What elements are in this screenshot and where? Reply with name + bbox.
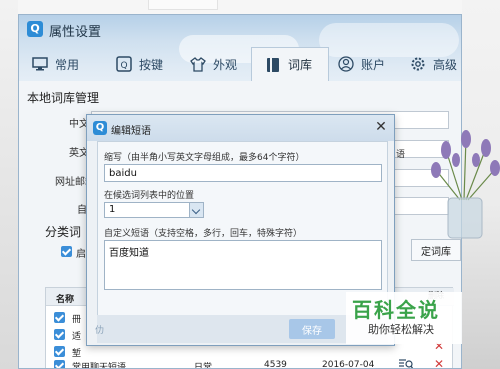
row-checkbox[interactable]	[54, 329, 65, 340]
position-value: 1	[109, 204, 116, 215]
section-heading: 本地词库管理	[27, 91, 100, 105]
row-name: 冊	[72, 315, 82, 325]
row-name: 常用聊天短语	[72, 363, 127, 369]
row-date: 2016-07-04	[322, 360, 375, 369]
key-icon: Q	[115, 55, 133, 73]
phrase-label: 自定义短语（支持空格，多行，回车，特殊字符）	[104, 229, 303, 239]
category-heading: 分类词	[45, 225, 82, 239]
tab-label: 常用	[55, 57, 80, 72]
book-icon	[264, 56, 282, 74]
row-category: 日常	[194, 363, 213, 369]
chevron-down-icon	[189, 203, 203, 217]
watermark-title: 百科全说	[352, 298, 440, 322]
footer-partial-text: 仂	[95, 326, 105, 336]
dialog-title: 编辑短语	[111, 126, 151, 137]
partial-side-text: 语	[396, 150, 406, 160]
abbr-input[interactable]: baidu	[104, 164, 382, 182]
dialog-footer: 仂 保存	[95, 315, 388, 343]
tab-keys[interactable]: Q 按键	[115, 47, 191, 81]
tab-label: 账户	[361, 57, 386, 72]
app-logo-icon: Q	[27, 21, 43, 37]
desktop-left	[0, 0, 18, 369]
row-checkbox[interactable]	[54, 360, 65, 368]
row-checkbox[interactable]	[54, 346, 65, 357]
window-title: 属性设置	[49, 25, 102, 40]
watermark: 百科全说 助你轻松解决	[346, 292, 462, 344]
row-name: 适	[72, 332, 82, 342]
shirt-icon	[189, 55, 207, 73]
desktop-top	[0, 0, 500, 14]
lexicon-button[interactable]: 定词库	[411, 239, 461, 261]
delete-icon[interactable]: ✕	[434, 357, 444, 368]
enable-label: 启	[76, 249, 86, 260]
tab-account[interactable]: 账户	[337, 47, 399, 81]
dialog-body: 缩写（由半角小写英文字母组成，最多64个字符） baidu 在候选词列表中的位置…	[97, 141, 388, 325]
tab-label: 外观	[213, 57, 238, 72]
row-name: 堑	[72, 349, 82, 359]
header-name: 名称	[56, 295, 75, 305]
watermark-subtitle: 助你轻松解决	[368, 323, 434, 336]
dialog-title-bar: Q 编辑短语 ✕	[87, 115, 394, 141]
row-checkbox[interactable]	[54, 312, 65, 323]
tab-bar: 常用 Q 按键 外观 词库 账户 高级	[19, 47, 461, 81]
tab-label: 按键	[139, 57, 164, 72]
abbr-label: 缩写（由半角小写英文字母组成，最多64个字符）	[104, 153, 305, 163]
enable-checkbox[interactable]	[61, 246, 72, 257]
app-logo-icon: Q	[93, 121, 107, 135]
tab-common[interactable]: 常用	[31, 47, 111, 81]
tab-lexicon[interactable]: 词库	[251, 47, 329, 81]
edit-search-icon[interactable]	[398, 358, 414, 368]
position-label: 在候选词列表中的位置	[104, 191, 195, 201]
user-icon	[337, 55, 355, 73]
title-bar: Q 属性设置 常用 Q 按键 外观 词库 账户 高级	[19, 15, 461, 89]
save-button[interactable]: 保存	[289, 319, 335, 339]
row-count: 4539	[264, 360, 287, 369]
svg-text:Q: Q	[120, 61, 127, 71]
desktop-paper	[148, 0, 218, 10]
tab-advanced[interactable]: 高级	[409, 47, 461, 81]
tab-label: 词库	[288, 58, 313, 72]
position-select[interactable]: 1	[104, 202, 204, 218]
gear-icon	[409, 55, 427, 73]
lavender-plant-image	[426, 130, 500, 240]
monitor-icon	[31, 55, 49, 73]
phrase-textarea[interactable]: 百度知道	[104, 240, 382, 290]
tab-label: 高级	[433, 57, 458, 72]
close-icon[interactable]: ✕	[373, 119, 389, 135]
